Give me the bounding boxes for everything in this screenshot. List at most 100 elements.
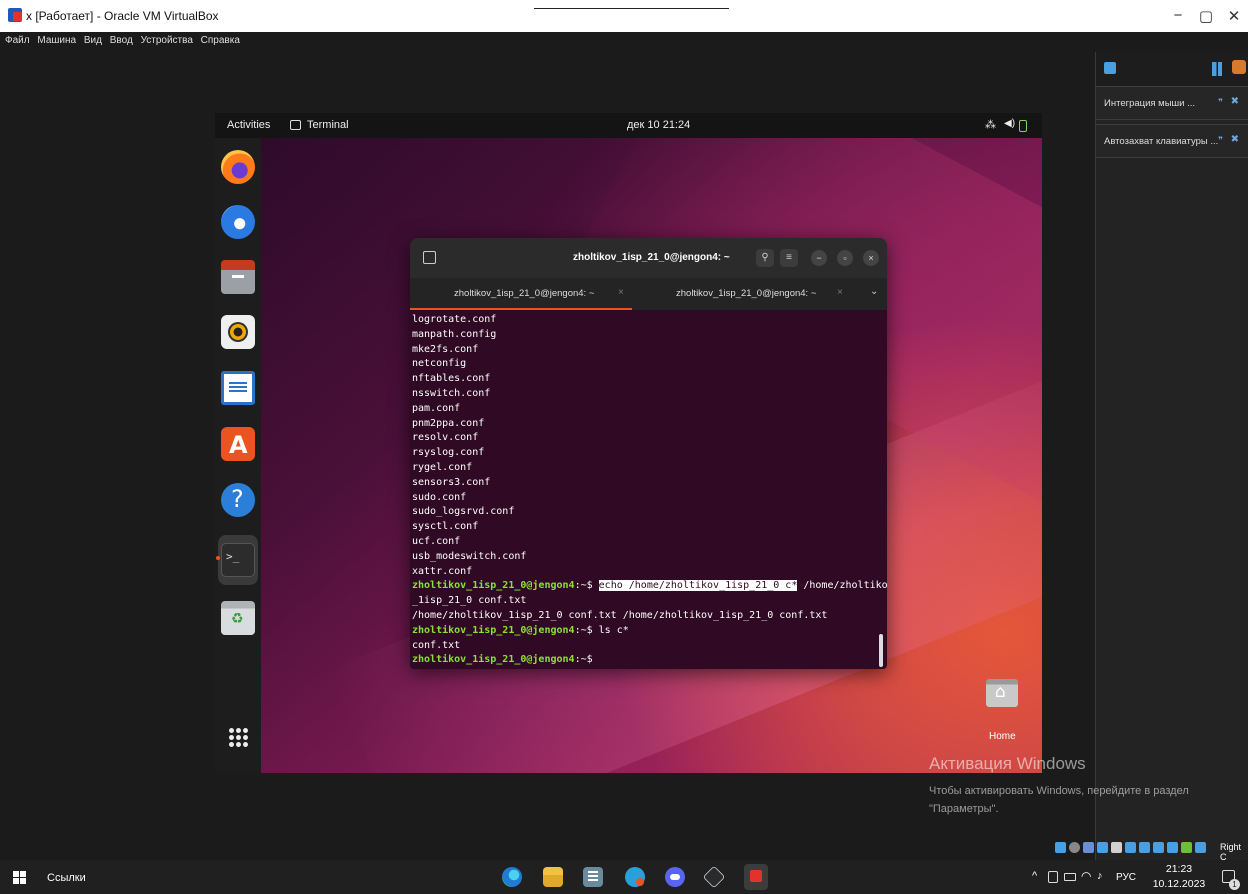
new-tab-icon[interactable] xyxy=(423,251,436,264)
tray-device-icon[interactable] xyxy=(1048,871,1058,883)
help-icon[interactable] xyxy=(221,483,255,517)
menu-help[interactable]: Справка xyxy=(196,32,240,46)
virtualbox-manager-icon[interactable] xyxy=(702,865,726,889)
home-folder-icon[interactable] xyxy=(986,679,1018,707)
telegram-icon[interactable] xyxy=(625,867,645,887)
tab-close-icon[interactable]: × xyxy=(837,287,843,298)
app-menu-terminal[interactable]: Terminal xyxy=(307,119,349,131)
battery-icon[interactable] xyxy=(1019,120,1027,132)
terminal-scrollbar[interactable] xyxy=(879,634,883,667)
tab-close-icon[interactable]: × xyxy=(618,287,624,298)
firefox-icon[interactable] xyxy=(221,150,255,184)
home-label[interactable]: Home xyxy=(989,731,1016,742)
battery-icon[interactable] xyxy=(1064,873,1076,881)
menu-file[interactable]: Файл xyxy=(0,32,30,46)
command-line: zholtikov_1isp_21_0@jengon4:~$ echo /hom… xyxy=(412,579,887,594)
tab-terminal-2[interactable]: zholtikov_1isp_21_0@jengon4: ~ × xyxy=(632,278,887,310)
taskbar-date[interactable]: 10.12.2023 xyxy=(1148,878,1210,890)
mouse-integration-icon[interactable] xyxy=(1181,842,1192,853)
rhythmbox-icon[interactable] xyxy=(221,315,255,349)
minimize-button[interactable]: − xyxy=(1166,7,1190,24)
clear-notifications-icon[interactable] xyxy=(1232,60,1246,74)
vm-display[interactable]: Activities Terminal дек 10 21:24 ⁂ ◀) Ho… xyxy=(215,113,1042,773)
network-adapter-icon[interactable] xyxy=(1097,842,1108,853)
pin-icon[interactable]: ❞ xyxy=(1218,135,1223,146)
selected-text[interactable]: echo /home/zholtikov_1isp_21_0 c* xyxy=(598,580,798,592)
windows-start-icon[interactable] xyxy=(13,871,26,884)
speaker-icon[interactable]: ♪ xyxy=(1097,870,1103,882)
shared-folders-icon[interactable] xyxy=(1125,842,1136,853)
trash-icon[interactable] xyxy=(221,601,255,635)
hard-disk-icon[interactable] xyxy=(1055,842,1066,853)
prompt-user-host: zholtikov_1isp_21_0@jengon4 xyxy=(412,580,575,592)
terminal-icon[interactable] xyxy=(221,543,255,577)
cpu-icon[interactable] xyxy=(1167,842,1178,853)
audio-icon[interactable] xyxy=(1083,842,1094,853)
network-icon[interactable]: ⁂ xyxy=(985,118,996,131)
notification-label: Интеграция мыши ... xyxy=(1104,98,1196,109)
menu-devices[interactable]: Устройства xyxy=(136,32,193,46)
clock[interactable]: дек 10 21:24 xyxy=(627,119,690,131)
volume-icon[interactable]: ◀) xyxy=(1004,118,1015,129)
command-line: zholtikov_1isp_21_0@jengon4:~$ ls c* xyxy=(412,624,887,639)
maximize-icon[interactable]: ▫ xyxy=(837,250,853,266)
notification-mouse-integration[interactable]: Интеграция мыши ... ❞ ✖ xyxy=(1096,86,1248,120)
output-line: pnm2ppa.conf xyxy=(412,417,485,429)
menu-view[interactable]: Вид xyxy=(79,32,102,46)
show-apps-icon[interactable] xyxy=(221,720,255,754)
virtualbox-vm-icon[interactable] xyxy=(744,864,768,890)
keyboard-icon[interactable] xyxy=(1195,842,1206,853)
edge-icon[interactable] xyxy=(502,867,522,887)
terminal-window[interactable]: zholtikov_1isp_21_0@jengon4: ~ ⚲ ≡ − ▫ ×… xyxy=(410,238,887,669)
command-line-wrap: _1isp_21_0 conf.txt xyxy=(412,595,527,607)
close-icon[interactable]: ✖ xyxy=(1231,134,1239,145)
menu-machine[interactable]: Машина xyxy=(32,32,76,46)
output-line: xattr.conf xyxy=(412,565,473,577)
file-explorer-icon[interactable] xyxy=(543,867,563,887)
terminal-icon xyxy=(290,120,301,130)
windows-activation-title: Активация Windows xyxy=(929,754,1086,773)
discord-icon[interactable] xyxy=(665,867,685,887)
recording-icon[interactable] xyxy=(1153,842,1164,853)
terminal-header[interactable]: zholtikov_1isp_21_0@jengon4: ~ ⚲ ≡ − ▫ × xyxy=(410,238,887,278)
links-toolbar[interactable]: Ссылки xyxy=(47,872,86,884)
notification-label: Автозахват клавиатуры ... xyxy=(1104,136,1219,147)
close-button[interactable]: ✕ xyxy=(1222,7,1246,25)
wifi-icon[interactable]: ◠ xyxy=(1081,869,1091,883)
close-icon[interactable]: ✖ xyxy=(1231,96,1239,107)
search-icon[interactable]: ⚲ xyxy=(756,249,774,267)
taskbar-time[interactable]: 21:23 xyxy=(1152,863,1206,875)
terminal-output[interactable]: logrotate.conf manpath.config mke2fs.con… xyxy=(410,310,887,669)
toggle-panel-icon[interactable] xyxy=(1212,62,1222,76)
notification-count-badge: 1 xyxy=(1229,879,1240,890)
maximize-button[interactable]: ▢ xyxy=(1194,7,1218,25)
output-line: rygel.conf xyxy=(412,461,473,473)
output-line: /home/zholtikov_1isp_21_0 conf.txt /home… xyxy=(412,609,828,621)
command-text: /home/zholtikov xyxy=(797,580,887,592)
activities-button[interactable]: Activities xyxy=(227,119,270,131)
calculator-icon[interactable] xyxy=(583,867,603,887)
vbox-menubar: Файл Машина Вид Ввод Устройства Справка xyxy=(0,32,1248,50)
usb-icon[interactable] xyxy=(1111,842,1122,853)
menu-icon[interactable]: ≡ xyxy=(780,249,798,267)
app-center-icon[interactable] xyxy=(221,427,255,461)
tab-terminal-1[interactable]: zholtikov_1isp_21_0@jengon4: ~ × xyxy=(410,278,632,310)
display-icon[interactable] xyxy=(1139,842,1150,853)
files-icon[interactable] xyxy=(221,260,255,294)
notification-keyboard-capture[interactable]: Автозахват клавиатуры ... ❞ ✖ xyxy=(1096,124,1248,158)
writer-icon[interactable] xyxy=(221,371,255,405)
output-line: sudo.conf xyxy=(412,491,467,503)
menu-input[interactable]: Ввод xyxy=(105,32,133,46)
minimize-icon[interactable]: − xyxy=(811,250,827,266)
close-icon[interactable]: × xyxy=(863,250,879,266)
prompt-path: :~$ xyxy=(574,654,599,666)
command-line[interactable]: zholtikov_1isp_21_0@jengon4:~$ xyxy=(412,653,887,668)
tray-overflow-icon[interactable]: ^ xyxy=(1032,870,1037,882)
language-indicator[interactable]: РУС xyxy=(1116,872,1136,883)
chevron-down-icon[interactable]: ⌄ xyxy=(870,286,878,297)
notification-center-icon[interactable] xyxy=(1104,62,1116,74)
thunderbird-icon[interactable] xyxy=(221,205,255,239)
optical-drive-icon[interactable] xyxy=(1069,842,1080,853)
pin-icon[interactable]: ❞ xyxy=(1218,97,1223,108)
prompt-path: :~$ xyxy=(574,580,599,592)
